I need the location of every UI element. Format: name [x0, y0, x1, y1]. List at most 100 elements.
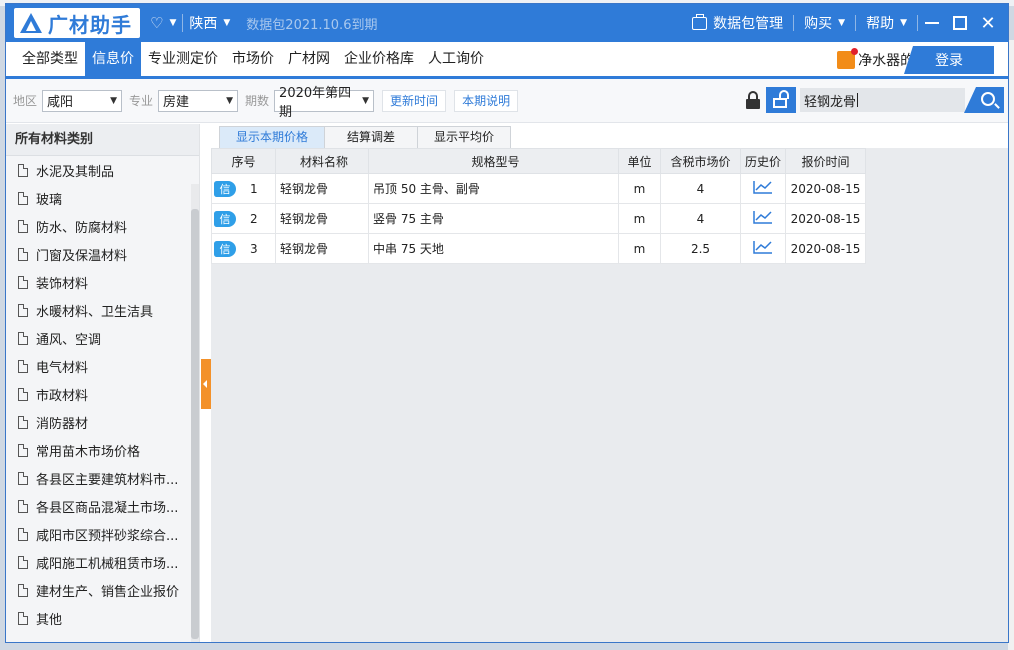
- sidebar-item[interactable]: 门窗及保温材料: [6, 240, 199, 268]
- document-icon: [18, 191, 28, 205]
- area-select[interactable]: 咸阳 ▼: [42, 89, 123, 112]
- chevron-down-icon: ▼: [838, 18, 846, 28]
- chevron-down-icon: ▼: [362, 95, 370, 106]
- trend-chart-icon[interactable]: [753, 180, 773, 194]
- col-price[interactable]: 含税市场价: [660, 148, 741, 174]
- tab-market-price[interactable]: 市场价: [225, 42, 281, 76]
- cell-name: 轻钢龙骨: [275, 233, 369, 264]
- tab-all-types[interactable]: 全部类型: [6, 42, 85, 76]
- cell-spec: 竖骨 75 主骨: [368, 203, 619, 234]
- period-label: 期数: [245, 94, 270, 108]
- area-value: 咸阳: [47, 95, 74, 110]
- col-seq[interactable]: 序号: [211, 148, 276, 174]
- login-button[interactable]: 登录: [904, 46, 994, 74]
- price-table: 序号 材料名称 规格型号 单位 含税市场价 历史价 报价时间 信 1 轻钢龙骨 吊顶 …: [211, 148, 866, 264]
- data-package-manage-label: 数据包管理: [713, 16, 784, 32]
- chevron-down-icon: ▼: [110, 95, 118, 106]
- period-note-button[interactable]: 本期说明: [454, 89, 519, 112]
- help-menu[interactable]: 帮助 ▼: [856, 13, 917, 33]
- sidebar-item[interactable]: 水暖材料、卫生洁具: [6, 296, 199, 324]
- tab-info-price[interactable]: 信息价: [85, 42, 141, 76]
- sidebar-item[interactable]: 水泥及其制品: [6, 156, 199, 184]
- logo-icon: [18, 11, 44, 35]
- sidebar-item[interactable]: 常用苗木市场价格: [6, 436, 199, 464]
- promo-link[interactable]: 净水器的i: [837, 48, 918, 70]
- col-name[interactable]: 材料名称: [275, 148, 369, 174]
- chevron-down-icon[interactable]: ▼: [169, 18, 176, 28]
- table-row[interactable]: 信 3 轻钢龙骨 中串 75 天地 m 2.5 2020-08-15: [211, 233, 866, 264]
- sidebar-item[interactable]: 咸阳市区预拌砂浆综合...: [6, 520, 199, 548]
- trend-chart-icon[interactable]: [753, 240, 773, 254]
- sidebar-item[interactable]: 装饰材料: [6, 268, 199, 296]
- buy-menu[interactable]: 购买 ▼: [794, 13, 855, 33]
- title-bar: 广材助手 ♡ ▼ 陕西 ▼ 数据包2021.10.6到期 数据包管理 购买 ▼ …: [6, 4, 1008, 42]
- sidebar-item[interactable]: 消防器材: [6, 408, 199, 436]
- sidebar-item-label: 通风、空调: [36, 332, 102, 348]
- maximize-button[interactable]: [946, 4, 974, 42]
- col-unit[interactable]: 单位: [618, 148, 661, 174]
- info-badge[interactable]: 信: [214, 180, 236, 197]
- trend-chart-icon[interactable]: [753, 210, 773, 224]
- update-time-button[interactable]: 更新时间: [382, 89, 447, 112]
- col-date[interactable]: 报价时间: [785, 148, 866, 174]
- document-icon: [18, 331, 28, 345]
- main-panel: 显示本期价格 结算调差 显示平均价 序号 材料名称 规格型号 单位 含税市场价 …: [211, 124, 1008, 642]
- tab-settlement-adjust[interactable]: 结算调差: [324, 126, 419, 148]
- sidebar-item[interactable]: 防水、防腐材料: [6, 212, 199, 240]
- search-input[interactable]: 轻钢龙骨: [800, 88, 965, 112]
- tab-average-price[interactable]: 显示平均价: [417, 126, 512, 148]
- sidebar-item[interactable]: 玻璃: [6, 184, 199, 212]
- sidebar-item-label: 各县区主要建筑材料市...: [36, 472, 179, 488]
- col-spec[interactable]: 规格型号: [368, 148, 619, 174]
- document-icon: [18, 555, 28, 569]
- tab-enterprise-price[interactable]: 企业价格库: [337, 42, 421, 76]
- document-icon: [18, 303, 28, 317]
- cell-history[interactable]: [740, 233, 786, 264]
- tab-professional-price[interactable]: 专业测定价: [141, 42, 225, 76]
- table-row[interactable]: 信 1 轻钢龙骨 吊顶 50 主骨、副骨 m 4 2020-08-15: [211, 173, 866, 204]
- chevron-down-icon: ▼: [900, 18, 907, 28]
- region-selector[interactable]: 陕西 ▼: [189, 13, 230, 33]
- major-value: 房建: [163, 95, 190, 110]
- tab-guangcai-web[interactable]: 广材网: [281, 42, 337, 76]
- table-row[interactable]: 信 2 轻钢龙骨 竖骨 75 主骨 m 4 2020-08-15: [211, 203, 866, 234]
- document-icon: [18, 387, 28, 401]
- col-history[interactable]: 历史价: [740, 148, 786, 174]
- sidebar-item[interactable]: 其他: [6, 604, 199, 632]
- tab-current-price[interactable]: 显示本期价格: [219, 126, 326, 148]
- cell-name: 轻钢龙骨: [275, 173, 369, 204]
- unlock-icon[interactable]: [766, 87, 796, 113]
- help-label: 帮助: [866, 16, 895, 32]
- document-icon: [18, 247, 28, 261]
- sidebar-item[interactable]: 各县区商品混凝土市场...: [6, 492, 199, 520]
- close-button[interactable]: ✕: [974, 4, 1002, 42]
- chevron-down-icon: ▼: [226, 95, 234, 106]
- period-select[interactable]: 2020年第四期 ▼: [274, 86, 375, 120]
- sidebar-item[interactable]: 建材生产、销售企业报价: [6, 576, 199, 604]
- sidebar-item[interactable]: 市政材料: [6, 380, 199, 408]
- period-value: 2020年第四期: [279, 85, 352, 120]
- sidebar-item[interactable]: 通风、空调: [6, 324, 199, 352]
- info-badge[interactable]: 信: [214, 240, 236, 257]
- search-button[interactable]: [964, 87, 1004, 113]
- text-cursor: [857, 93, 859, 107]
- sidebar-item-label: 其他: [36, 612, 63, 628]
- cell-history[interactable]: [740, 173, 786, 204]
- info-badge[interactable]: 信: [214, 210, 236, 227]
- scrollbar-thumb[interactable]: [191, 209, 199, 639]
- cell-history[interactable]: [740, 203, 786, 234]
- collapse-sidebar-handle[interactable]: [201, 359, 211, 409]
- document-icon: [18, 527, 28, 541]
- data-package-manage-button[interactable]: 数据包管理: [682, 13, 793, 33]
- table-header-row: 序号 材料名称 规格型号 单位 含税市场价 历史价 报价时间: [211, 148, 866, 174]
- sidebar-item[interactable]: 咸阳施工机械租赁市场...: [6, 548, 199, 576]
- sidebar-item[interactable]: 各县区主要建筑材料市...: [6, 464, 199, 492]
- chevron-down-icon: ▼: [223, 18, 231, 28]
- minimize-button[interactable]: [918, 4, 946, 42]
- close-icon: ✕: [980, 12, 996, 34]
- tab-manual-inquiry[interactable]: 人工询价: [421, 42, 491, 76]
- sidebar-item[interactable]: 电气材料: [6, 352, 199, 380]
- major-select[interactable]: 房建 ▼: [158, 89, 239, 112]
- lock-icon[interactable]: [746, 91, 760, 109]
- favorite-heart-icon[interactable]: ♡: [150, 14, 163, 32]
